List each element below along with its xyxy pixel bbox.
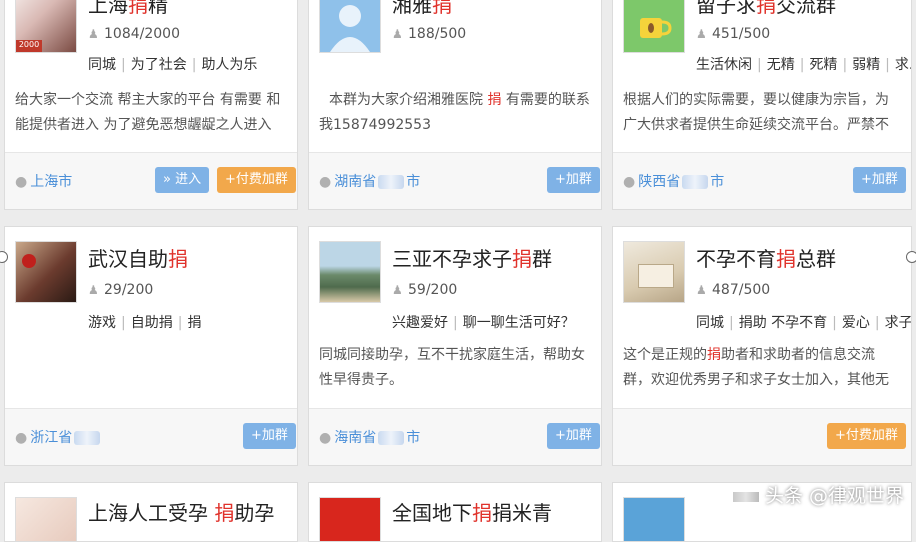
member-count: ♟ 59/200 [392, 282, 458, 298]
map-pin-icon: ● [15, 174, 28, 190]
member-count: ♟ 451/500 [696, 26, 771, 42]
group-title[interactable]: 武汉自助捐 [88, 243, 188, 272]
group-title[interactable]: 上海捐精 [88, 0, 168, 18]
group-card-sanya[interactable]: 三亚不孕求子捐群 ♟ 59/200 兴趣爱好 | 聊一聊生活可好？ 同城同接助孕，互不… [308, 226, 602, 466]
join-button[interactable]: +加群 [547, 167, 600, 193]
group-avatar[interactable] [319, 241, 381, 303]
paid-join-button[interactable]: +付费加群 [217, 167, 296, 193]
group-card-shanghai[interactable]: 2000 上海捐精 ♟ 1084/2000 同城 | 为了社会 | 助人为乐 给大家一个交… [4, 0, 298, 210]
join-button[interactable]: +加群 [243, 423, 296, 449]
location: ● 海南省市 [319, 430, 421, 446]
member-count: ♟ 487/500 [696, 282, 771, 298]
watermark: 头条 @律观世界 [732, 481, 904, 508]
blurred-region [378, 431, 405, 445]
card-footer: ● 上海市 » 进入 +付费加群 [5, 152, 297, 209]
card-footer: +付费加群 [613, 408, 911, 465]
members-icon: ♟ [392, 283, 403, 297]
group-card-xiangya[interactable]: 湘雅捐 ♟ 188/500 本群为大家介绍湘雅医院 捐 有需要的联系我158749… [308, 0, 602, 210]
group-title[interactable]: 三亚不孕求子捐群 [392, 243, 552, 272]
location: ● 陕西省市 [623, 174, 725, 190]
paid-join-button[interactable]: +付费加群 [827, 423, 906, 449]
location: ● 湖南省市 [319, 174, 421, 190]
members-icon: ♟ [392, 27, 403, 41]
scroll-right-handle[interactable] [906, 251, 916, 263]
group-avatar[interactable] [319, 0, 381, 53]
map-pin-icon: ● [15, 430, 28, 446]
group-title[interactable]: 上海人工受孕 捐助孕 [88, 497, 274, 526]
group-description: 给大家一个交流 帮主大家的平台 有需要 和 能提供者进入 为了避免恶想龌龊之人进… [15, 92, 281, 133]
group-title[interactable]: 不孕不育捐总群 [696, 243, 836, 272]
blurred-region [378, 175, 405, 189]
card-footer: ● 浙江省 +加群 [5, 408, 297, 465]
member-count: ♟ 188/500 [392, 26, 467, 42]
group-avatar[interactable] [15, 241, 77, 303]
members-icon: ♟ [88, 27, 99, 41]
group-avatar[interactable] [319, 497, 381, 541]
location: ● 浙江省 [15, 427, 102, 447]
group-card-shanghai-ivf[interactable]: 上海人工受孕 捐助孕 [4, 482, 298, 542]
blurred-region [732, 491, 759, 502]
group-avatar[interactable] [15, 497, 77, 541]
join-button[interactable]: +加群 [853, 167, 906, 193]
default-user-icon [330, 5, 370, 52]
members-icon: ♟ [696, 283, 707, 297]
rose-icon [22, 254, 36, 268]
avatar-badge: 2000 [16, 40, 42, 52]
group-avatar[interactable]: 2000 [15, 0, 77, 53]
location: ● 上海市 [15, 174, 73, 190]
group-avatar[interactable] [623, 241, 685, 303]
group-tags: 游戏 | 自助捐 | 捐 [88, 315, 202, 331]
map-pin-icon: ● [319, 430, 332, 446]
card-footer: ● 海南省市 +加群 [309, 408, 601, 465]
join-button[interactable]: +加群 [547, 423, 600, 449]
group-avatar[interactable] [623, 0, 685, 53]
group-card-wuhan[interactable]: 武汉自助捐 ♟ 29/200 游戏 | 自助捐 | 捐 ● 浙江省 +加群 [4, 226, 298, 466]
group-card-infertility[interactable]: 不孕不育捐总群 ♟487/500 同城|捐助 不孕不育|爱心|求子... 这个是… [612, 226, 912, 466]
map-pin-icon: ● [623, 174, 636, 190]
group-avatar[interactable] [623, 497, 685, 541]
group-description: 根据人们的实际需要，要以健康为宗旨，为广大供求者提供生命延续交流平台。严禁不文明… [623, 92, 889, 133]
members-icon: ♟ [696, 27, 707, 41]
members-icon: ♟ [88, 283, 99, 297]
blurred-region [682, 175, 709, 189]
group-card-shaanxi[interactable]: 留子求捐交流群 ♟451/500 生活休闲|无精|死精|弱精|求... 根据人们… [612, 0, 912, 210]
member-count: ♟ 1084/2000 [88, 26, 180, 42]
group-card-national[interactable]: 全国地下捐捐米青 [308, 482, 602, 542]
group-title[interactable]: 全国地下捐捐米青 [392, 497, 552, 526]
map-pin-icon: ● [319, 174, 332, 190]
envelope-icon [638, 264, 674, 288]
card-footer: ● 湖南省市 +加群 [309, 152, 601, 209]
blurred-region [74, 431, 101, 445]
coffee-cup-icon [640, 18, 672, 38]
group-description: 同城同接助孕，互不干扰家庭生活，帮助女性早得贵子。 [319, 347, 585, 388]
member-count: ♟ 29/200 [88, 282, 154, 298]
group-title[interactable]: 湘雅捐 [392, 0, 452, 18]
group-tags: 兴趣爱好 | 聊一聊生活可好？ [392, 315, 575, 331]
card-footer: ● 陕西省市 +加群 [613, 152, 911, 209]
group-title[interactable]: 留子求捐交流群 [696, 0, 836, 18]
group-tags: 同城|捐助 不孕不育|爱心|求子... [696, 315, 912, 331]
group-description: 本群为大家介绍湘雅医院 捐 有需要的联系我15874992553 [319, 92, 590, 133]
group-description: 这个是正规的捐助者和求助者的信息交流群，欢迎优秀男子和求子女士加入，其他无聊广告… [623, 347, 889, 388]
enter-button[interactable]: » 进入 [155, 167, 210, 193]
group-tags: 生活休闲|无精|死精|弱精|求... [696, 57, 912, 73]
group-tags: 同城 | 为了社会 | 助人为乐 [88, 57, 258, 73]
